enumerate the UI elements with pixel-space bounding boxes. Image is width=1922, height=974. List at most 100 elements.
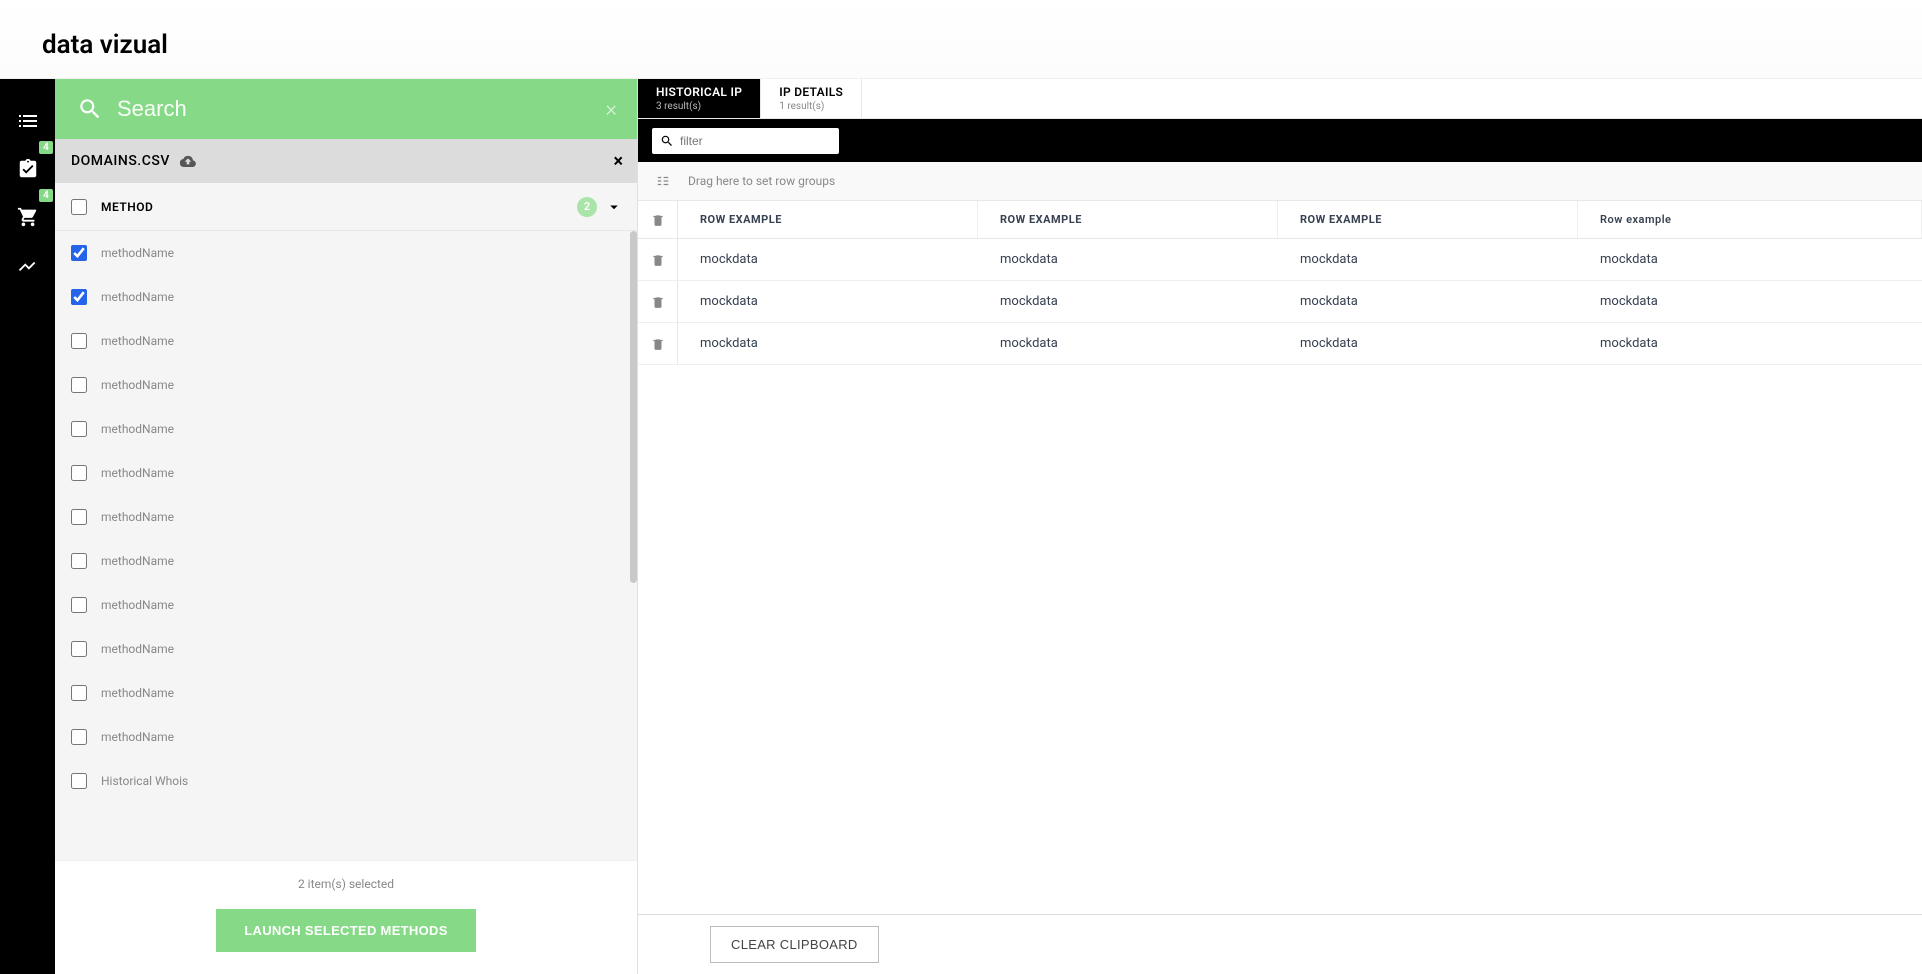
column-header[interactable]: ROW EXAMPLE <box>978 201 1278 238</box>
chevron-down-icon <box>605 198 623 216</box>
method-checkbox[interactable] <box>71 641 87 657</box>
row-delete-button[interactable] <box>638 323 678 364</box>
table-cell: mockdata <box>1578 336 1922 351</box>
column-header[interactable]: ROW EXAMPLE <box>1278 201 1578 238</box>
launch-methods-button[interactable]: LAUNCH SELECTED METHODS <box>216 909 475 952</box>
method-checkbox[interactable] <box>71 245 87 261</box>
method-item[interactable]: Historical Whois <box>55 759 637 803</box>
tabs-row: HISTORICAL IP 3 result(s) IP DETAILS 1 resu… <box>638 79 1922 119</box>
row-delete-button[interactable] <box>638 281 678 322</box>
trash-column-header <box>638 201 678 238</box>
table-cell: mockdata <box>1278 336 1578 351</box>
right-panel: HISTORICAL IP 3 result(s) IP DETAILS 1 resu… <box>638 79 1922 974</box>
app-title: data vizual <box>42 30 1922 60</box>
method-checkbox[interactable] <box>71 773 87 789</box>
tab-subtitle: 1 result(s) <box>779 101 843 112</box>
table-cell: mockdata <box>978 294 1278 309</box>
method-checkbox[interactable] <box>71 553 87 569</box>
method-name-label: methodName <box>101 422 174 436</box>
cloud-upload-icon[interactable] <box>180 153 196 169</box>
column-header[interactable]: ROW EXAMPLE <box>678 201 978 238</box>
file-close-button[interactable]: × <box>613 151 623 172</box>
table-cell: mockdata <box>1578 252 1922 267</box>
file-header: DOMAINS.CSV × <box>55 139 637 183</box>
grid-body: mockdatamockdatamockdatamockdatamockdata… <box>638 239 1922 914</box>
row-group-drop-zone[interactable]: Drag here to set row groups <box>638 162 1922 201</box>
tab-title: HISTORICAL IP <box>656 85 742 99</box>
method-checkbox[interactable] <box>71 729 87 745</box>
chart-line-icon <box>17 254 39 276</box>
method-item[interactable]: methodName <box>55 583 637 627</box>
method-checkbox[interactable] <box>71 685 87 701</box>
method-checkbox[interactable] <box>71 421 87 437</box>
method-list[interactable]: methodNamemethodNamemethodNamemethodName… <box>55 231 637 860</box>
results-tab[interactable]: HISTORICAL IP 3 result(s) <box>638 79 761 118</box>
method-header-label: METHOD <box>101 200 577 214</box>
results-tab[interactable]: IP DETAILS 1 result(s) <box>761 79 862 118</box>
method-item[interactable]: methodName <box>55 539 637 583</box>
cart-badge: 4 <box>39 189 53 202</box>
table-cell: mockdata <box>678 252 978 267</box>
main-container: 4 4 × DOMAINS.CS <box>0 79 1922 974</box>
tab-title: IP DETAILS <box>779 85 843 99</box>
left-panel: × DOMAINS.CSV × METHOD 2 methodNamemetho… <box>55 79 638 974</box>
method-item[interactable]: methodName <box>55 715 637 759</box>
table-cell: mockdata <box>678 294 978 309</box>
cart-icon <box>17 206 39 228</box>
table-row[interactable]: mockdatamockdatamockdatamockdata <box>638 239 1922 281</box>
group-rows-icon <box>656 174 670 188</box>
method-item[interactable]: methodName <box>55 319 637 363</box>
method-checkbox[interactable] <box>71 333 87 349</box>
scrollbar-thumb[interactable] <box>630 231 637 583</box>
method-item[interactable]: methodName <box>55 671 637 715</box>
table-cell: mockdata <box>1278 294 1578 309</box>
filter-input[interactable] <box>680 134 835 148</box>
method-name-label: methodName <box>101 730 174 744</box>
search-input[interactable] <box>117 96 605 122</box>
method-item[interactable]: methodName <box>55 495 637 539</box>
method-checkbox[interactable] <box>71 289 87 305</box>
method-item[interactable]: methodName <box>55 363 637 407</box>
method-item[interactable]: methodName <box>55 407 637 451</box>
close-icon: × <box>605 97 617 122</box>
selected-count-text: 2 item(s) selected <box>298 877 394 891</box>
clear-clipboard-button[interactable]: CLEAR CLIPBOARD <box>710 926 879 963</box>
method-item[interactable]: methodName <box>55 451 637 495</box>
table-row[interactable]: mockdatamockdatamockdatamockdata <box>638 323 1922 365</box>
trash-icon <box>651 295 665 309</box>
file-name: DOMAINS.CSV <box>71 153 170 169</box>
rail-cart-button[interactable]: 4 <box>0 193 55 241</box>
trash-icon <box>651 337 665 351</box>
method-checkbox[interactable] <box>71 597 87 613</box>
sidebar-rail: 4 4 <box>0 79 55 974</box>
grid-header: ROW EXAMPLE ROW EXAMPLE ROW EXAMPLE Row … <box>638 201 1922 239</box>
method-count-badge: 2 <box>577 197 597 217</box>
drag-hint-text: Drag here to set row groups <box>688 174 835 188</box>
method-checkbox[interactable] <box>71 509 87 525</box>
method-name-label: Historical Whois <box>101 774 188 788</box>
trash-icon <box>651 253 665 267</box>
method-checkbox[interactable] <box>71 377 87 393</box>
search-clear-button[interactable]: × <box>605 97 617 122</box>
method-item[interactable]: methodName <box>55 627 637 671</box>
rail-clipboard-button[interactable]: 4 <box>0 145 55 193</box>
method-name-label: methodName <box>101 510 174 524</box>
table-row[interactable]: mockdatamockdatamockdatamockdata <box>638 281 1922 323</box>
column-header[interactable]: Row example <box>1578 201 1922 238</box>
tab-subtitle: 3 result(s) <box>656 101 742 112</box>
method-checkbox[interactable] <box>71 465 87 481</box>
method-name-label: methodName <box>101 334 174 348</box>
method-name-label: methodName <box>101 686 174 700</box>
row-delete-button[interactable] <box>638 239 678 280</box>
method-name-label: methodName <box>101 642 174 656</box>
left-footer: 2 item(s) selected LAUNCH SELECTED METHO… <box>55 860 637 974</box>
method-item[interactable]: methodName <box>55 275 637 319</box>
clipboard-check-icon <box>17 158 39 180</box>
table-cell: mockdata <box>978 336 1278 351</box>
rail-analytics-button[interactable] <box>0 241 55 289</box>
method-item[interactable]: methodName <box>55 231 637 275</box>
method-name-label: methodName <box>101 466 174 480</box>
rail-menu-button[interactable] <box>0 97 55 145</box>
method-group-header[interactable]: METHOD 2 <box>55 183 637 231</box>
method-select-all-checkbox[interactable] <box>71 199 87 215</box>
